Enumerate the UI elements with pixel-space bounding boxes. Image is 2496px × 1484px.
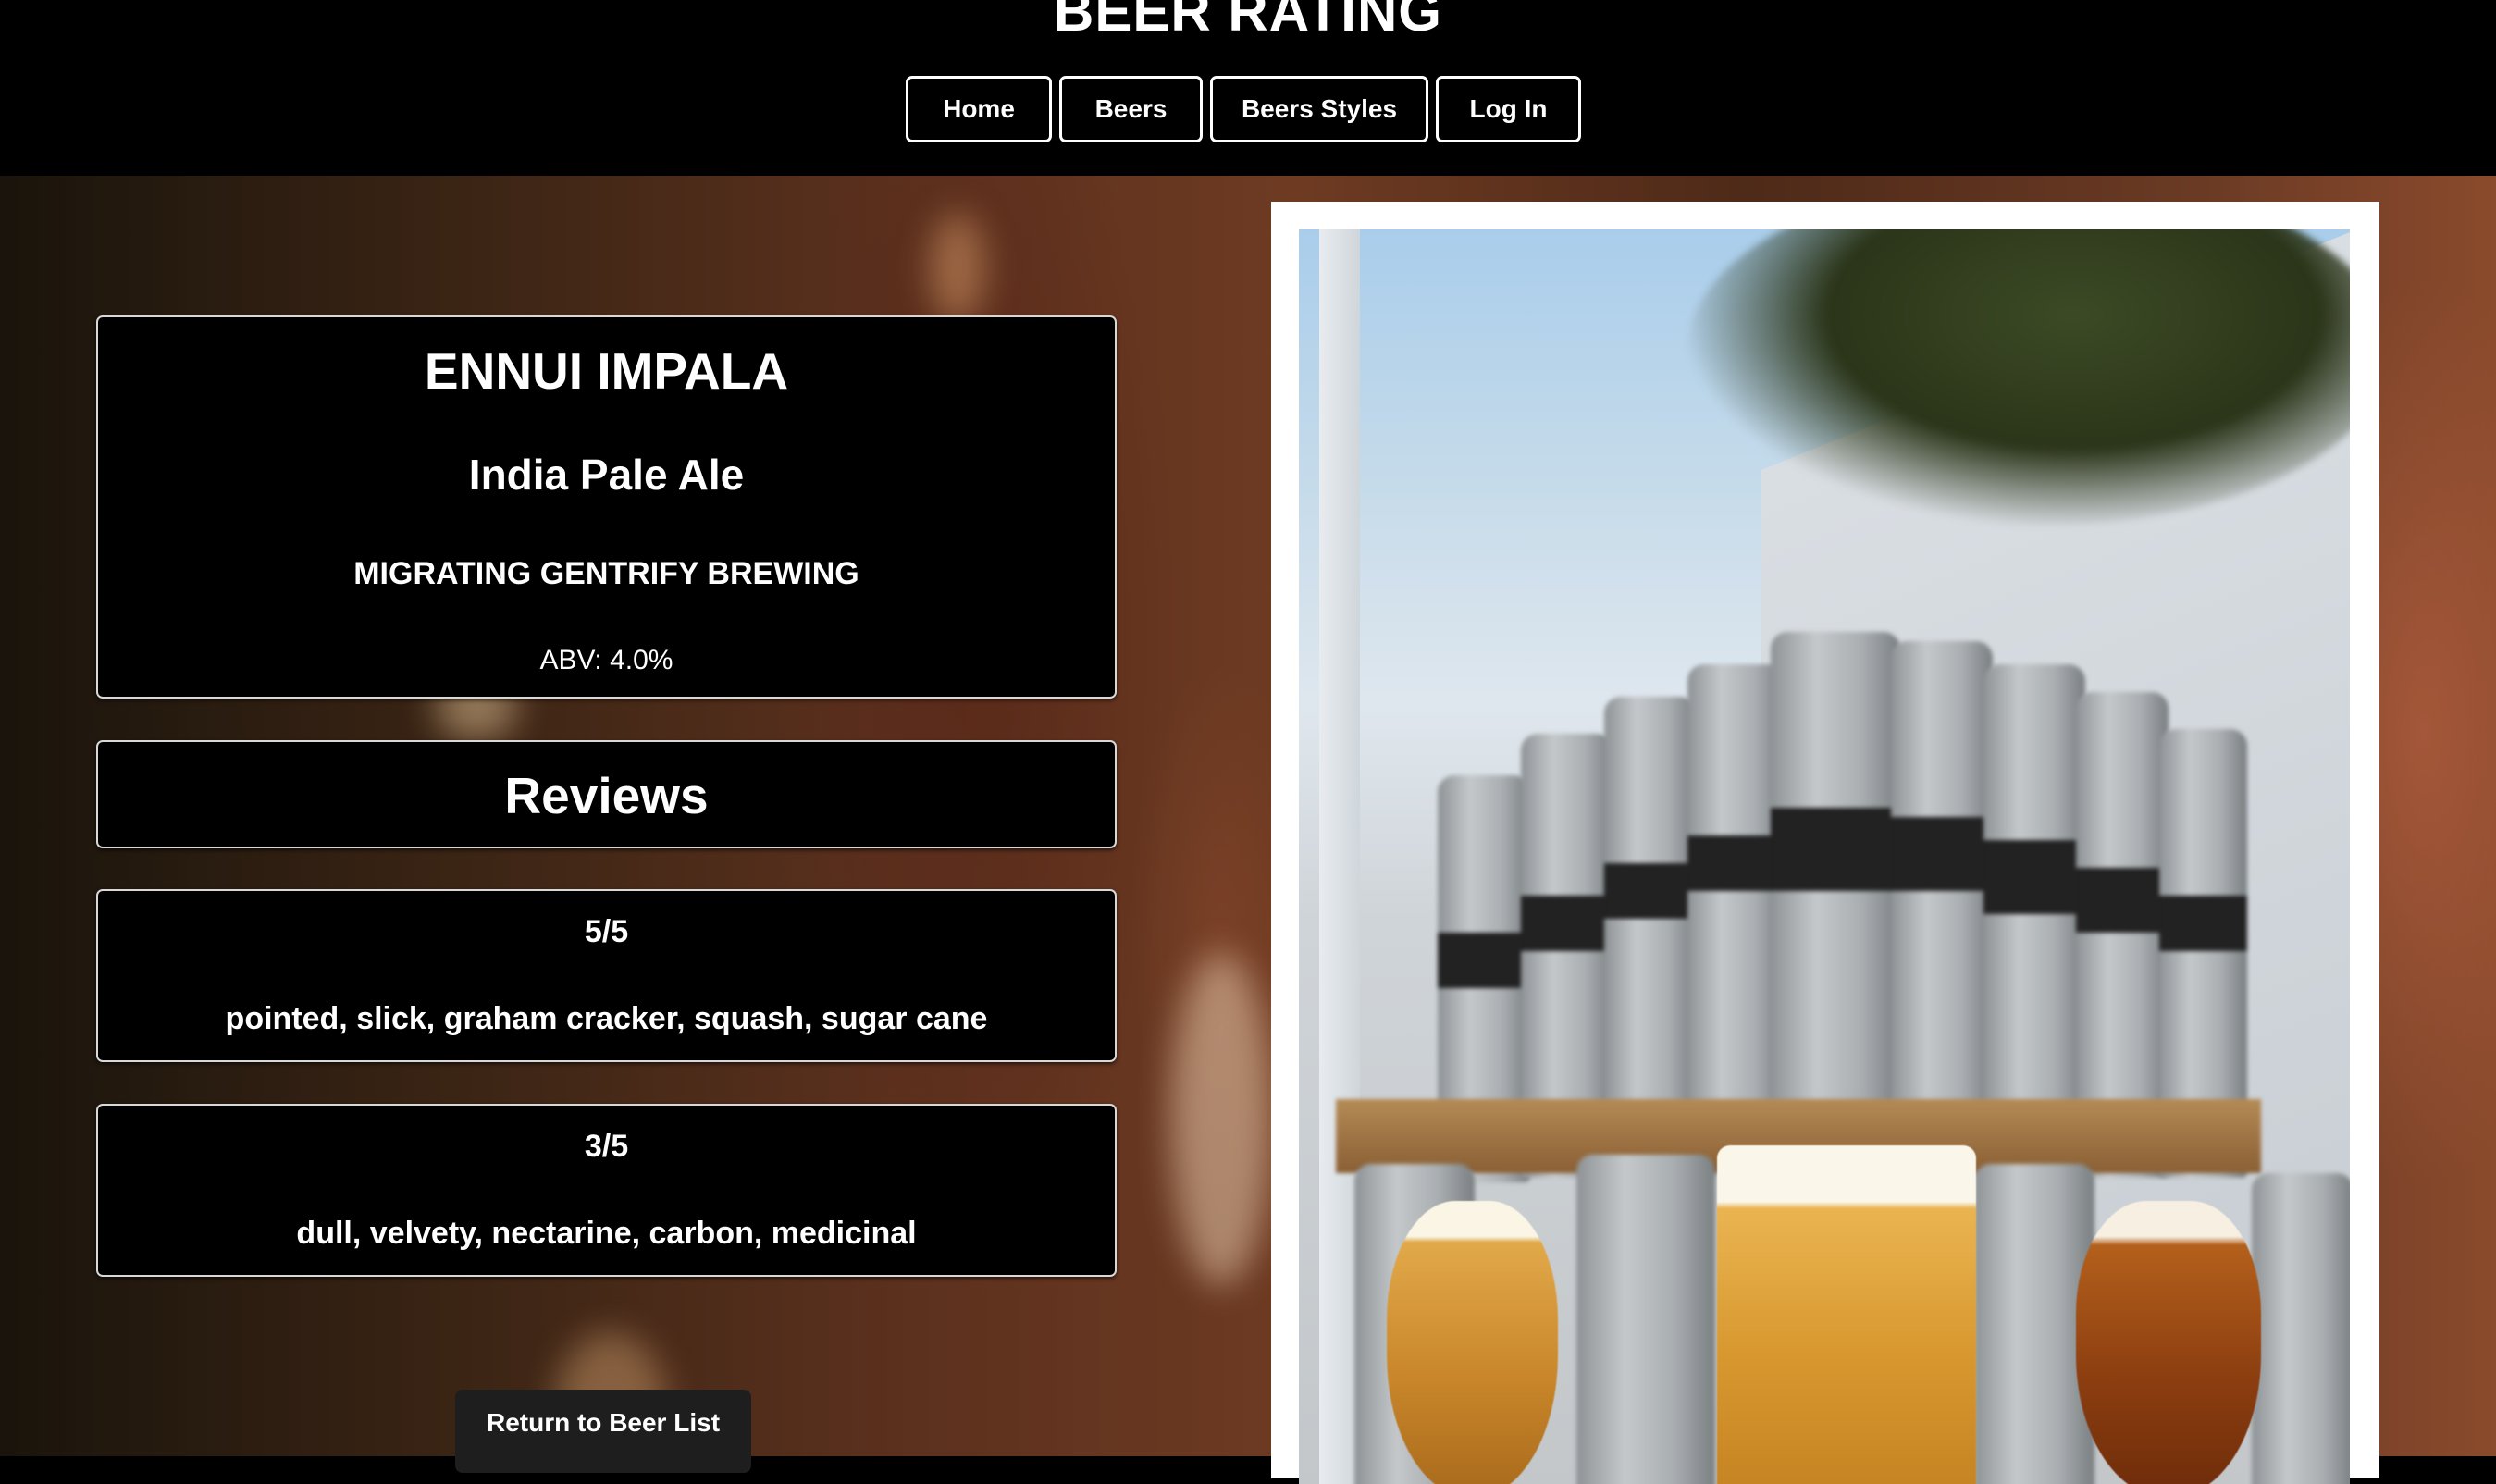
nav-beer-styles-button[interactable]: Beers Styles [1210,76,1428,142]
keg [1891,641,1993,1178]
beer-glass [1717,1145,1976,1484]
nav-login-button[interactable]: Log In [1436,76,1581,142]
keg [1771,632,1900,1178]
review-rating: 5/5 [584,914,629,949]
reviews-header-card: Reviews [96,740,1117,848]
beer-photo [1299,229,2350,1484]
beer-abv: ABV: 4.0% [539,645,673,675]
beer-glass [2076,1201,2261,1484]
keg [2252,1173,2350,1484]
beer-glass [1387,1201,1558,1484]
keg [1576,1155,1715,1484]
review-card: 3/5 dull, velvety, nectarine, carbon, me… [96,1104,1117,1277]
site-title: BEER RATING [1054,0,1442,43]
site-header: BEER RATING Home Beers Beers Styles Log … [0,0,2496,176]
beer-info-card: ENNUI IMPALA India Pale Ale MIGRATING GE… [96,315,1117,699]
beer-style: India Pale Ale [468,451,745,499]
review-rating: 3/5 [584,1129,629,1164]
review-card: 5/5 pointed, slick, graham cracker, squa… [96,889,1117,1062]
light-bulb-glow [1170,953,1272,1286]
review-notes: pointed, slick, graham cracker, squash, … [225,1001,988,1036]
return-to-beer-list-button[interactable]: Return to Beer List [455,1390,751,1473]
nav-home-button[interactable]: Home [906,76,1052,142]
nav-beers-button[interactable]: Beers [1059,76,1203,142]
light-bulb-glow [930,213,985,324]
beer-photo-frame [1271,202,2379,1484]
main-nav: Home Beers Beers Styles Log In [906,76,1581,142]
beer-name: ENNUI IMPALA [424,342,789,400]
review-notes: dull, velvety, nectarine, carbon, medici… [296,1216,917,1251]
reviews-heading: Reviews [504,767,709,824]
brewery-name: MIGRATING GENTRIFY BREWING [353,556,859,591]
